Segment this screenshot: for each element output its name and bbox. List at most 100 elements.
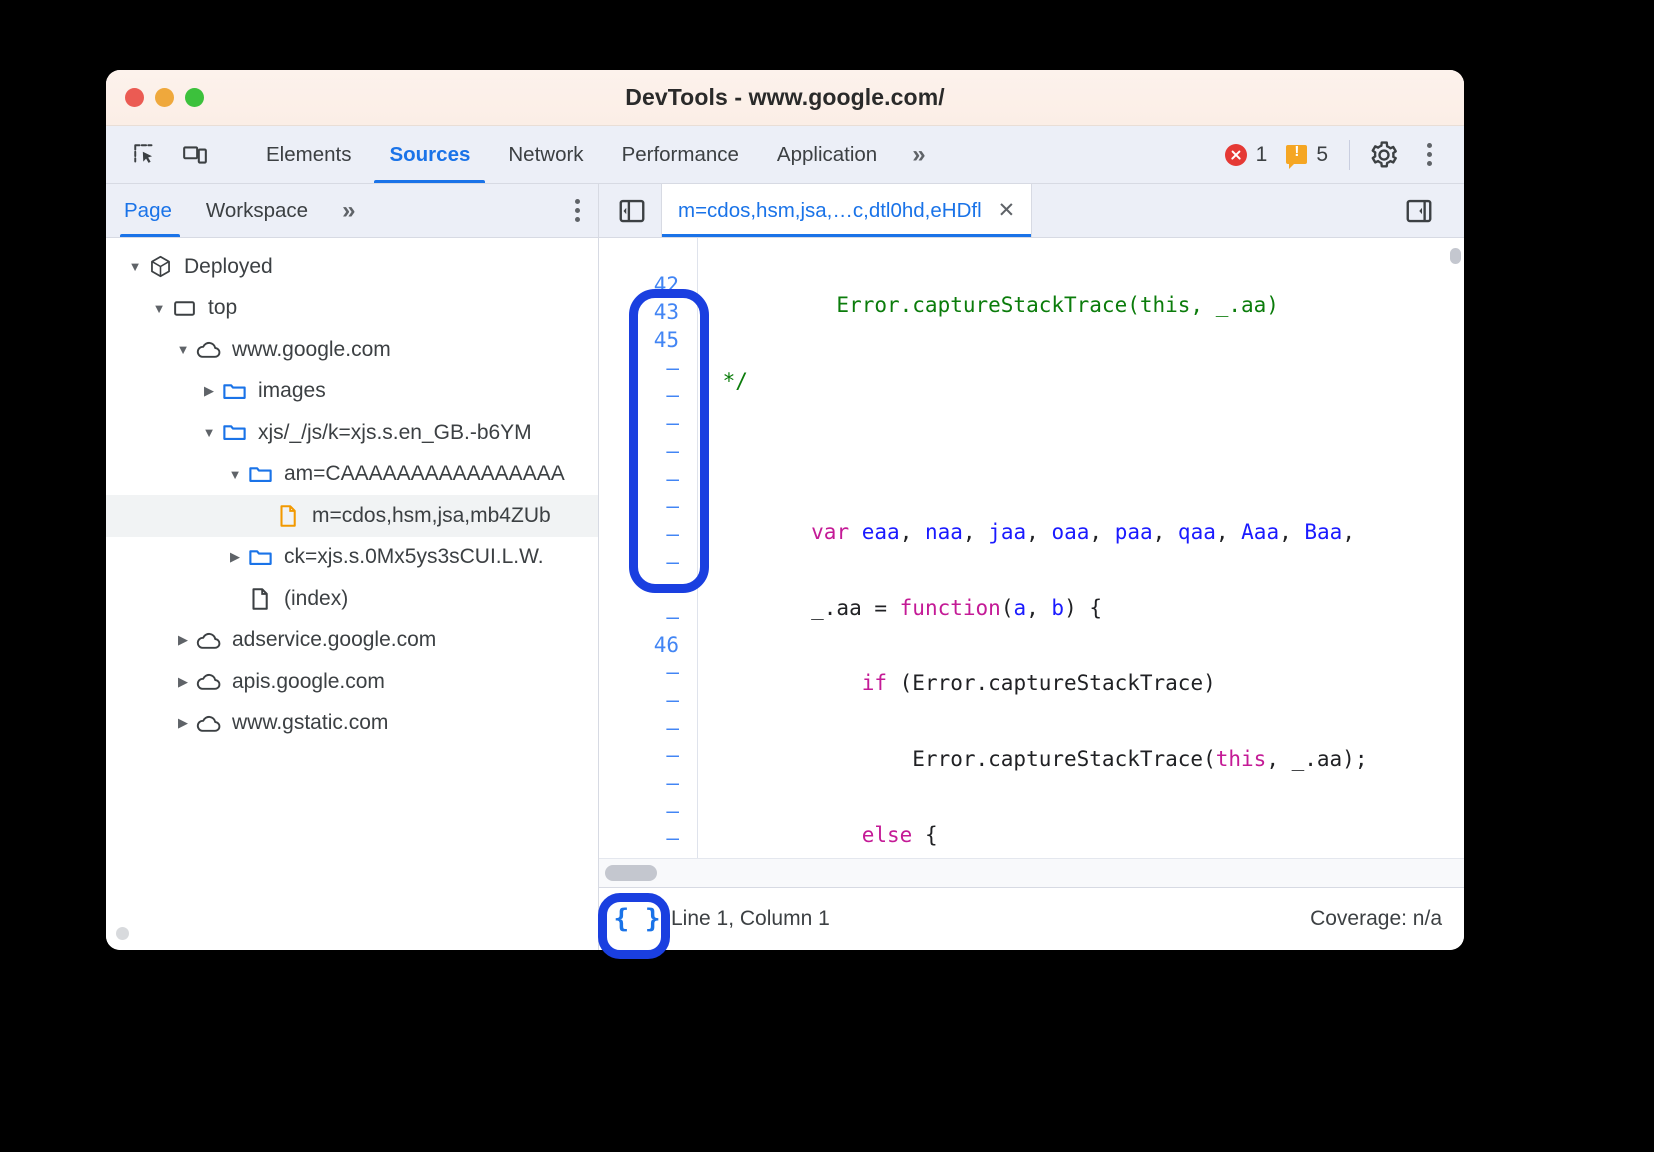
window-controls[interactable] — [106, 88, 204, 107]
line-number[interactable]: – — [599, 493, 679, 521]
line-number[interactable]: – — [599, 687, 679, 715]
editor-pane: m=cdos,hsm,jsa,…c,dtl0hd,eHDfl ✕ 0 — [599, 184, 1464, 950]
devtools-body: Page Workspace » ▼ Deployed — [106, 184, 1464, 950]
line-number[interactable]: – — [599, 466, 679, 494]
line-number[interactable]: 43 — [599, 299, 679, 327]
editor-file-tab-label: m=cdos,hsm,jsa,…c,dtl0hd,eHDfl — [678, 199, 982, 223]
warning-counter[interactable]: 5 — [1278, 143, 1336, 167]
tree-row-m-cdos-file[interactable]: ▶ m=cdos,hsm,jsa,mb4ZUb — [106, 495, 598, 537]
cloud-icon — [194, 336, 222, 363]
show-debugger-icon[interactable] — [1386, 196, 1448, 226]
tree-label: adservice.google.com — [232, 628, 436, 652]
code-line — [710, 443, 1464, 471]
main-menu-icon[interactable] — [1408, 134, 1450, 176]
tree-row-images[interactable]: ▶ images — [106, 371, 598, 413]
minimize-window-button[interactable] — [155, 88, 174, 107]
tree-row-adservice-google-com[interactable]: ▶ adservice.google.com — [106, 620, 598, 662]
chevron-double-right-icon: » — [912, 141, 922, 169]
line-number[interactable]: 42 — [599, 272, 679, 300]
line-number[interactable]: – — [599, 604, 679, 632]
chevron-down-icon[interactable]: ▼ — [198, 425, 220, 440]
tree-row-deployed[interactable]: ▼ Deployed — [106, 246, 598, 288]
kebab-dots — [575, 199, 580, 222]
nav-more-tabs-button[interactable]: » — [324, 184, 368, 237]
tree-row-index[interactable]: ▶ (index) — [106, 578, 598, 620]
chevron-right-icon[interactable]: ▶ — [172, 715, 194, 731]
maximize-window-button[interactable] — [185, 88, 204, 107]
tab-network[interactable]: Network — [489, 126, 602, 183]
editor-vertical-scrollbar[interactable] — [1450, 242, 1462, 858]
tree-label: (index) — [284, 587, 348, 611]
chevron-down-icon[interactable]: ▼ — [224, 467, 246, 482]
cube-icon — [146, 254, 174, 279]
chevron-right-icon[interactable]: ▶ — [172, 674, 194, 690]
cloud-icon — [194, 627, 222, 654]
navigator-more-options-button[interactable] — [557, 184, 598, 237]
editor-file-tab[interactable]: m=cdos,hsm,jsa,…c,dtl0hd,eHDfl ✕ — [661, 184, 1032, 237]
folder-icon — [220, 419, 248, 446]
close-window-button[interactable] — [125, 88, 144, 107]
tab-application[interactable]: Application — [758, 126, 896, 183]
chevron-right-icon[interactable]: ▶ — [224, 549, 246, 565]
line-number[interactable]: – — [599, 382, 679, 410]
cloud-icon — [194, 668, 222, 695]
file-tree[interactable]: ▼ Deployed ▼ top ▼ — [106, 238, 598, 950]
inspect-element-icon[interactable] — [124, 134, 166, 176]
chevron-down-icon[interactable]: ▼ — [148, 301, 170, 316]
tree-label: am=CAAAAAAAAAAAAAAAA — [284, 462, 565, 486]
tree-row-www-google-com[interactable]: ▼ www.google.com — [106, 329, 598, 371]
line-number[interactable]: – — [599, 355, 679, 383]
code-line: if (Error.captureStackTrace) — [710, 670, 1464, 698]
show-navigator-icon[interactable] — [599, 184, 661, 237]
code-editor[interactable]: 0 42 43 45 – – – – – – – – – – 46 – – — [599, 238, 1464, 858]
more-tabs-button[interactable]: » — [896, 126, 938, 183]
coverage-label: Coverage: n/a — [1310, 907, 1442, 931]
window-resize-handle[interactable] — [116, 927, 129, 940]
tree-row-ck[interactable]: ▶ ck=xjs.s.0Mx5ys3sCUI.L.W. — [106, 537, 598, 579]
tree-row-www-gstatic-com[interactable]: ▶ www.gstatic.com — [106, 703, 598, 745]
line-number[interactable]: – — [599, 549, 679, 577]
editor-horizontal-scrollbar[interactable] — [599, 858, 1464, 888]
line-number[interactable]: – — [599, 659, 679, 687]
devtools-toolbar: Elements Sources Network Performance App… — [106, 126, 1464, 184]
tree-row-top[interactable]: ▼ top — [106, 288, 598, 330]
line-number[interactable]: – — [599, 798, 679, 826]
line-number[interactable]: – — [599, 715, 679, 743]
code-content[interactable]: Error.captureStackTrace(this, _.aa) */ v… — [698, 238, 1464, 858]
tab-sources[interactable]: Sources — [370, 126, 489, 183]
code-line: var eaa, naa, jaa, oaa, paa, qaa, Aaa, B… — [710, 519, 1464, 547]
folder-icon — [246, 461, 274, 488]
line-number-gutter[interactable]: 0 42 43 45 – – – – – – – – – – 46 – – — [599, 238, 698, 858]
close-icon[interactable]: ✕ — [998, 200, 1016, 221]
line-number[interactable]: 46 — [599, 632, 679, 660]
chevron-down-icon[interactable]: ▼ — [172, 342, 194, 357]
line-number[interactable]: – — [599, 410, 679, 438]
nav-tab-workspace[interactable]: Workspace — [188, 184, 324, 237]
error-counter[interactable]: 1 — [1217, 143, 1276, 167]
line-number[interactable]: – — [599, 742, 679, 770]
line-number[interactable]: – — [599, 438, 679, 466]
line-number[interactable]: 45 — [599, 327, 679, 355]
chevron-right-icon[interactable]: ▶ — [172, 632, 194, 648]
tree-row-am[interactable]: ▼ am=CAAAAAAAAAAAAAAAA — [106, 454, 598, 496]
line-number[interactable]: – — [599, 521, 679, 549]
error-count: 1 — [1256, 143, 1268, 167]
line-number[interactable]: – — [599, 825, 679, 853]
gear-icon[interactable] — [1363, 134, 1405, 176]
tab-performance[interactable]: Performance — [603, 126, 758, 183]
scrollbar-thumb[interactable] — [1450, 248, 1461, 264]
line-number[interactable]: – — [599, 770, 679, 798]
tree-label: ck=xjs.s.0Mx5ys3sCUI.L.W. — [284, 545, 544, 569]
tree-label: top — [208, 296, 237, 320]
device-toolbar-icon[interactable] — [174, 134, 216, 176]
pretty-print-button[interactable]: { } — [613, 899, 661, 939]
line-number[interactable]: – — [599, 576, 679, 604]
tree-row-apis-google-com[interactable]: ▶ apis.google.com — [106, 661, 598, 703]
file-js-icon — [274, 503, 302, 529]
nav-tab-page[interactable]: Page — [106, 184, 188, 237]
chevron-right-icon[interactable]: ▶ — [198, 383, 220, 399]
scrollbar-thumb[interactable] — [605, 865, 657, 881]
tab-elements[interactable]: Elements — [247, 126, 370, 183]
chevron-down-icon[interactable]: ▼ — [124, 259, 146, 274]
tree-row-xjs[interactable]: ▼ xjs/_/js/k=xjs.s.en_GB.-b6YM — [106, 412, 598, 454]
